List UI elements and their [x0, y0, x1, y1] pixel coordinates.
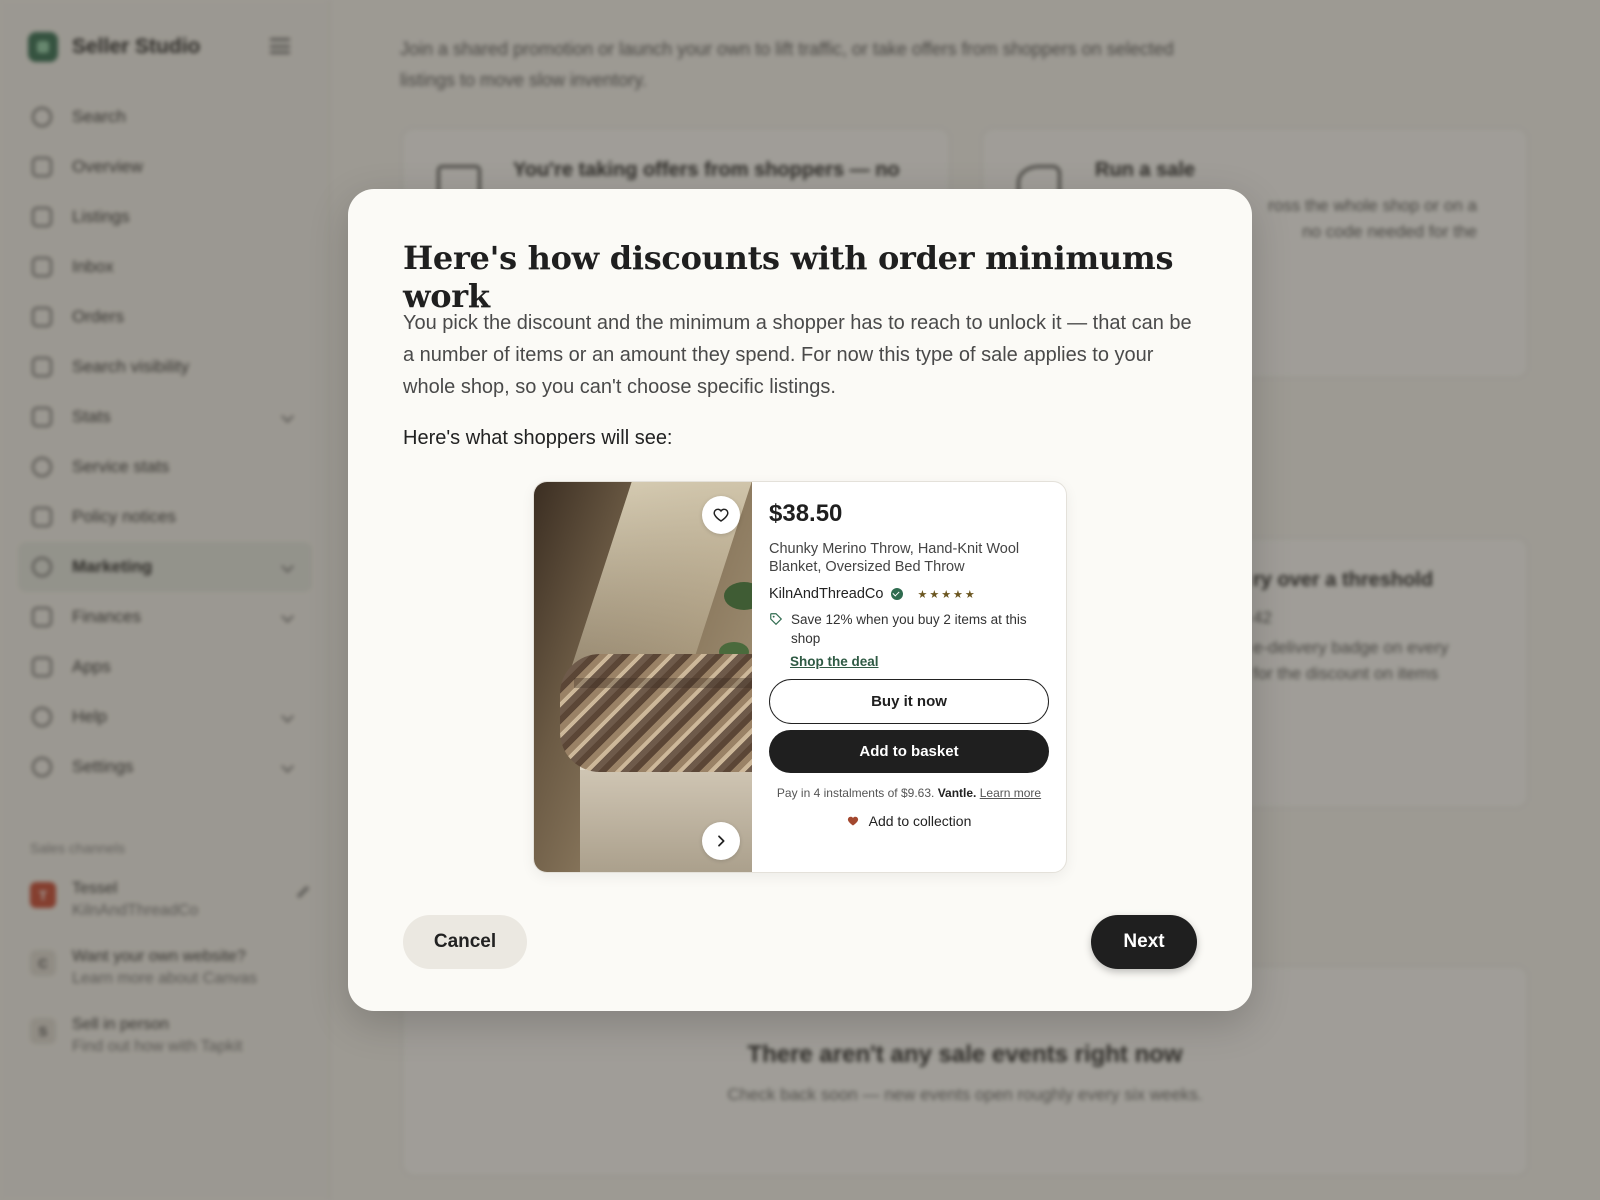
buy-it-now-button[interactable]: Buy it now — [769, 679, 1049, 724]
photo-blanket — [560, 654, 752, 772]
heart-outline-icon — [713, 508, 729, 522]
product-photo — [534, 482, 752, 872]
add-to-collection-button[interactable]: Add to collection — [769, 813, 1049, 829]
listing-preview-card: $38.50 Chunky Merino Throw, Hand-Knit Wo… — [533, 481, 1067, 873]
shop-row: KilnAndThreadCo ★★★★★ — [769, 586, 1051, 602]
shop-the-deal-link[interactable]: Shop the deal — [790, 654, 879, 669]
shop-name[interactable]: KilnAndThreadCo — [769, 586, 883, 602]
verified-badge-icon — [891, 588, 904, 600]
deal-text: Save 12% when you buy 2 items at this sh… — [791, 612, 1027, 646]
listing-price: $38.50 — [769, 500, 843, 527]
instalments-brand: Vantle. — [937, 786, 977, 800]
chevron-right-icon — [718, 835, 725, 847]
tag-icon — [770, 613, 783, 626]
modal-description: You pick the discount and the minimum a … — [403, 312, 1192, 398]
favorite-button[interactable] — [702, 496, 740, 534]
deal-row: Save 12% when you buy 2 items at this sh… — [769, 610, 1051, 648]
preview-label: Here's what shoppers will see: — [403, 427, 673, 449]
learn-more-link[interactable]: Learn more — [980, 786, 1041, 800]
listing-title: Chunky Merino Throw, Hand-Knit Wool Blan… — [769, 541, 1020, 575]
heart-filled-icon — [847, 816, 858, 826]
star-rating: ★★★★★ — [917, 588, 977, 601]
photo-blanket-fold — [574, 678, 752, 688]
next-button[interactable]: Next — [1091, 915, 1197, 969]
photo-plant-leaf — [724, 582, 752, 610]
instalments-text: Pay in 4 instalments of $9.63. — [776, 786, 935, 800]
cancel-button[interactable]: Cancel — [403, 915, 527, 969]
modal-title: Here's how discounts with order minimums… — [403, 239, 1174, 315]
next-image-button[interactable] — [702, 822, 740, 860]
instalments-note: Pay in 4 instalments of $9.63. Vantle. L… — [769, 785, 1049, 801]
discount-info-modal: Here's how discounts with order minimums… — [348, 189, 1252, 1011]
listing-info: $38.50 Chunky Merino Throw, Hand-Knit Wo… — [769, 500, 1051, 829]
add-to-basket-button[interactable]: Add to basket — [769, 730, 1049, 773]
add-to-collection-label: Add to collection — [868, 813, 972, 829]
